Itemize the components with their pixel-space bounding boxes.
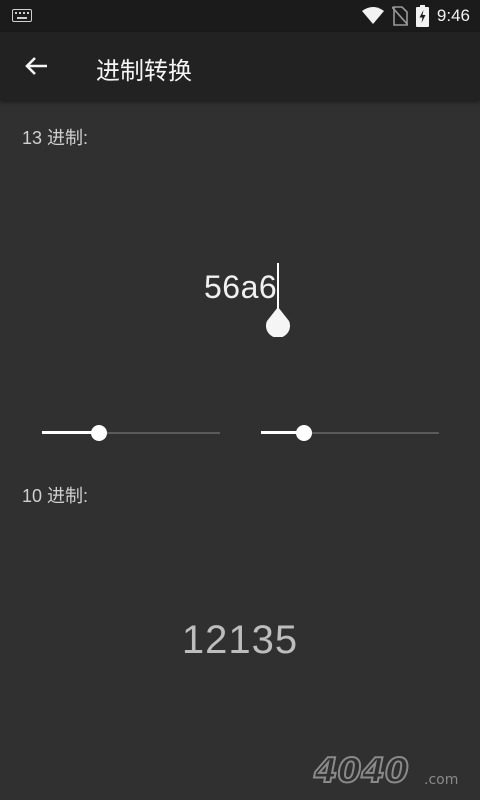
site-watermark-logo: 4040 .com — [312, 750, 458, 790]
source-value-text: 56a6 — [204, 269, 278, 305]
no-sim-icon — [391, 6, 408, 26]
text-cursor — [277, 263, 279, 311]
cursor-handle[interactable] — [265, 307, 291, 337]
source-value-input[interactable]: 56a6 — [0, 255, 480, 325]
keyboard-icon — [12, 9, 32, 22]
result-value: 12135 — [181, 618, 299, 662]
svg-text:.com: .com — [424, 772, 458, 788]
status-bar: 9:46 — [0, 0, 480, 32]
target-base-label: 10 进制: — [22, 486, 89, 506]
battery-charging-icon — [415, 5, 429, 27]
source-base-slider[interactable] — [42, 424, 220, 444]
wifi-icon — [361, 7, 384, 24]
slider-thumb[interactable] — [90, 425, 107, 441]
source-base-label: 13 进制: — [22, 128, 89, 148]
arrow-left-icon[interactable] — [18, 48, 54, 84]
app-bar: 进制转换 — [0, 32, 480, 100]
clock: 9:46 — [436, 6, 470, 25]
svg-text:4040: 4040 — [313, 751, 409, 790]
page-title: 进制转换 — [96, 58, 192, 85]
slider-thumb[interactable] — [295, 425, 312, 441]
target-base-slider[interactable] — [261, 424, 439, 444]
